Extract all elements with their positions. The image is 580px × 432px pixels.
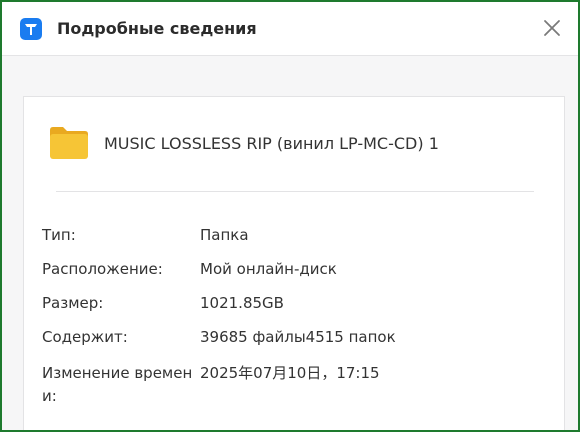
folder-name: MUSIC LOSSLESS RIP (винил LP-MC-CD) 1: [104, 134, 439, 153]
detail-value: 39685 файлы4515 папок: [200, 328, 396, 346]
detail-value: 1021.85GB: [200, 294, 284, 312]
folder-icon: [50, 127, 88, 159]
detail-label: Изменение времени:: [42, 364, 193, 405]
detail-label: Тип:: [42, 226, 76, 244]
close-icon[interactable]: [542, 18, 562, 38]
detail-value: Мой онлайн-диск: [200, 260, 337, 278]
detail-label: Расположение:: [42, 260, 163, 278]
detail-value: 2025年07月10日，17:15: [200, 364, 380, 382]
detail-value: Папка: [200, 226, 249, 244]
detail-label: Размер:: [42, 294, 104, 312]
title-bar: Подробные сведения: [2, 2, 578, 56]
dialog-title: Подробные сведения: [57, 19, 257, 38]
details-dialog: Подробные сведения MUSIC LOSSLESS RIP (в…: [0, 0, 580, 432]
detail-label: Содержит:: [42, 328, 128, 346]
details-card: MUSIC LOSSLESS RIP (винил LP-MC-CD) 1 Ти…: [23, 96, 565, 430]
divider: [56, 191, 534, 192]
app-logo-icon: [20, 18, 42, 40]
